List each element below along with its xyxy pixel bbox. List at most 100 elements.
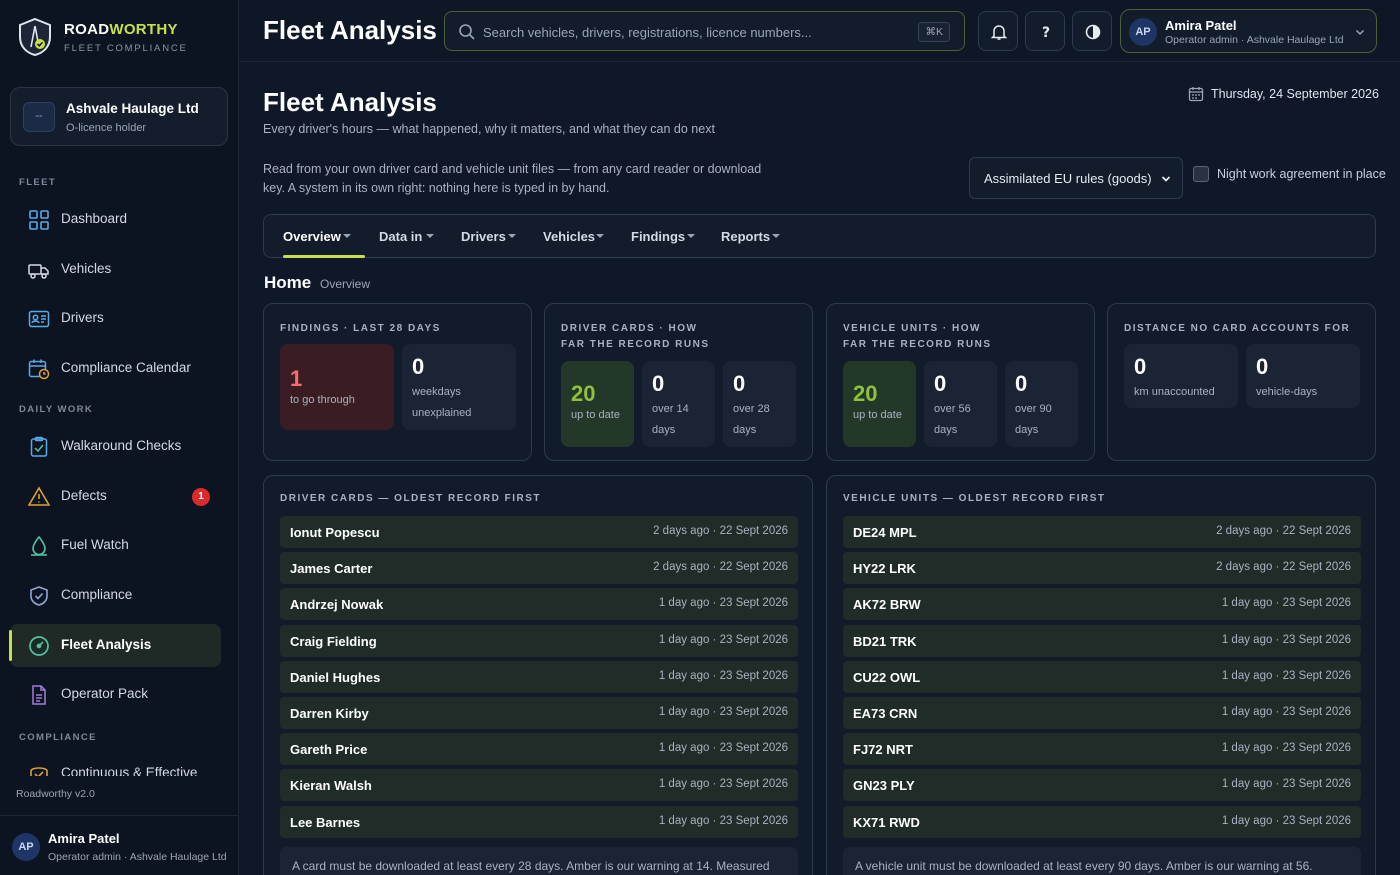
sidebar-item-walkaround-checks[interactable]: Walkaround Checks — [10, 425, 221, 468]
table-row[interactable]: GN23 PLY 1 day ago · 23 Sept 2026 — [843, 769, 1361, 802]
table-row[interactable]: James Carter 2 days ago · 22 Sept 2026 — [280, 552, 798, 585]
organisation-switcher[interactable]: -- Ashvale Haulage Ltd O-licence holder — [10, 87, 228, 146]
table-row[interactable]: EA73 CRN 1 day ago · 23 Sept 2026 — [843, 697, 1361, 729]
table-row[interactable]: Craig Fielding 1 day ago · 23 Sept 2026 — [280, 624, 798, 657]
topbar: Fleet Analysis ⌘K ? AP Amira Patel Opera… — [239, 0, 1400, 62]
sidebar-user[interactable]: AP Amira Patel Operator admin · Ashvale … — [0, 815, 238, 875]
sidebar-item-vehicles[interactable]: Vehicles — [10, 248, 221, 291]
document-icon — [32, 685, 46, 705]
sidebar-item-dashboard[interactable]: Dashboard — [10, 198, 221, 241]
brand[interactable]: ROADWORTHY FLEET COMPLIANCE — [16, 16, 226, 60]
tab-data-in[interactable]: Data in — [379, 215, 439, 257]
stat-label: vehicle-days — [1256, 386, 1318, 398]
table-row[interactable]: Daniel Hughes 1 day ago · 23 Sept 2026 — [280, 660, 798, 693]
row-name: DE24 MPL — [853, 525, 917, 540]
tab-reports[interactable]: Reports — [721, 215, 783, 257]
vehicle-units-over-90-stat[interactable]: 0 over 90 days — [1005, 361, 1078, 447]
row-name: EA73 CRN — [853, 706, 918, 721]
table-row[interactable]: HY22 LRK 2 days ago · 22 Sept 2026 — [843, 552, 1361, 585]
avatar: AP — [1129, 18, 1157, 46]
breadcrumb-home[interactable]: Home — [264, 273, 311, 293]
avatar: AP — [12, 833, 40, 861]
table-row[interactable]: Andrzej Nowak 1 day ago · 23 Sept 2026 — [280, 588, 798, 621]
sidebar-item-label: Walkaround Checks — [61, 438, 182, 453]
table-row[interactable]: FJ72 NRT 1 day ago · 23 Sept 2026 — [843, 733, 1361, 766]
table-row[interactable]: Kieran Walsh 1 day ago · 23 Sept 2026 — [280, 769, 798, 802]
row-last-download: 1 day ago · 23 Sept 2026 — [1221, 669, 1351, 682]
sidebar-item-label: Operator Pack — [61, 686, 149, 701]
theme-toggle-button[interactable] — [1072, 11, 1112, 51]
svg-text:?: ? — [1042, 25, 1050, 41]
defects-count-badge: 1 — [192, 488, 210, 506]
sidebar-item-continuous-effective[interactable]: Continuous & Effective — [10, 752, 221, 776]
table-row[interactable]: AK72 BRW 1 day ago · 23 Sept 2026 — [843, 588, 1361, 621]
sidebar-scroll-area[interactable]: Continuous & Effective — [0, 750, 238, 776]
notifications-button[interactable] — [978, 11, 1018, 51]
vehicle-units-up-to-date-stat[interactable]: 20 up to date — [843, 361, 916, 447]
tab-label: Vehicles — [543, 229, 596, 244]
stat-label: over 28 days — [733, 403, 770, 436]
question-mark-icon: ? — [1042, 25, 1050, 41]
chevron-down-icon — [1161, 176, 1171, 182]
sidebar-item-fuel-watch[interactable]: Fuel Watch — [10, 524, 221, 567]
night-work-checkbox[interactable] — [1193, 166, 1209, 182]
table-row[interactable]: Gareth Price 1 day ago · 23 Sept 2026 — [280, 733, 798, 766]
table-row[interactable]: Lee Barnes 1 day ago · 23 Sept 2026 — [280, 805, 798, 838]
tab-overview[interactable]: Overview — [283, 215, 365, 258]
help-button[interactable]: ? — [1025, 11, 1065, 51]
table-row[interactable]: KX71 RWD 1 day ago · 23 Sept 2026 — [843, 805, 1361, 838]
fuel-drop-icon — [31, 535, 47, 556]
sidebar-item-defects[interactable]: Defects 1 — [10, 475, 221, 518]
table-row[interactable]: CU22 OWL 1 day ago · 23 Sept 2026 — [843, 660, 1361, 693]
driver-cards-over-14-stat[interactable]: 0 over 14 days — [642, 361, 715, 447]
stat-value: 0 — [733, 371, 746, 396]
tab-label: Overview — [283, 229, 341, 244]
distance-card: DISTANCE NO CARD ACCOUNTS FOR 0 km unacc… — [1107, 303, 1376, 461]
global-search[interactable]: ⌘K — [444, 11, 965, 51]
table-row[interactable]: BD21 TRK 1 day ago · 23 Sept 2026 — [843, 624, 1361, 657]
weekdays-unexplained-stat[interactable]: 0 weekdays unexplained — [402, 344, 516, 430]
driver-cards-up-to-date-stat[interactable]: 20 up to date — [561, 361, 634, 447]
sidebar-item-compliance-calendar[interactable]: Compliance Calendar — [10, 347, 221, 390]
row-last-download: 1 day ago · 23 Sept 2026 — [658, 778, 788, 791]
tab-drivers[interactable]: Drivers — [461, 215, 519, 257]
search-icon — [459, 24, 475, 40]
id-card-icon — [28, 310, 50, 328]
vehicle-units-over-56-stat[interactable]: 0 over 56 days — [924, 361, 997, 447]
search-input[interactable] — [483, 21, 903, 43]
sidebar-item-fleet-analysis[interactable]: Fleet Analysis — [9, 624, 221, 667]
driver-cards-over-28-stat[interactable]: 0 over 28 days — [723, 361, 796, 447]
rules-select-value: Assimilated EU rules (goods) — [984, 171, 1152, 186]
vehicle-units-list: VEHICLE UNITS — OLDEST RECORD FIRST DE24… — [826, 475, 1376, 875]
rules-select[interactable]: Assimilated EU rules (goods) — [969, 157, 1183, 199]
tab-vehicles[interactable]: Vehicles — [543, 215, 607, 257]
sidebar-item-label: Continuous & Effective — [61, 765, 198, 776]
tab-findings[interactable]: Findings — [631, 215, 697, 257]
row-last-download: 2 days ago · 22 Sept 2026 — [653, 561, 788, 574]
sidebar-item-label: Compliance Calendar — [61, 360, 191, 375]
night-work-label[interactable]: Night work agreement in place — [1217, 167, 1386, 181]
sidebar-item-operator-pack[interactable]: Operator Pack — [10, 673, 221, 716]
tab-label: Data in — [379, 229, 423, 244]
contrast-icon — [1085, 24, 1101, 40]
user-role: Operator admin · Ashvale Haulage Ltd — [48, 851, 227, 863]
card-label: VEHICLE UNITS · HOW FAR THE RECORD RUNS — [843, 323, 992, 350]
table-row[interactable]: Ionut Popescu 2 days ago · 22 Sept 2026 — [280, 516, 798, 548]
current-date: Thursday, 24 September 2026 — [1188, 86, 1379, 104]
table-row[interactable]: Darren Kirby 1 day ago · 23 Sept 2026 — [280, 697, 798, 729]
km-unaccounted-stat[interactable]: 0 km unaccounted — [1124, 344, 1238, 408]
stat-label: over 90 days — [1015, 403, 1052, 436]
driver-cards-card: DRIVER CARDS · HOW FAR THE RECORD RUNS 2… — [544, 303, 813, 461]
stat-value: 20 — [571, 381, 596, 406]
sidebar-item-drivers[interactable]: Drivers — [10, 297, 221, 340]
caret-down-icon — [508, 234, 516, 238]
table-row[interactable]: DE24 MPL 2 days ago · 22 Sept 2026 — [843, 516, 1361, 548]
vehicle-days-stat[interactable]: 0 vehicle-days — [1246, 344, 1360, 408]
user-role: Operator admin · Ashvale Haulage Ltd — [1165, 34, 1344, 46]
row-last-download: 1 day ago · 23 Sept 2026 — [1221, 814, 1351, 827]
row-last-download: 1 day ago · 23 Sept 2026 — [658, 742, 788, 755]
sidebar-item-compliance[interactable]: Compliance — [10, 574, 221, 617]
page-subtitle: Every driver's hours — what happened, wh… — [263, 122, 715, 136]
user-menu[interactable]: AP Amira Patel Operator admin · Ashvale … — [1120, 9, 1377, 53]
findings-to-review-stat[interactable]: 1 to go through — [280, 344, 394, 430]
